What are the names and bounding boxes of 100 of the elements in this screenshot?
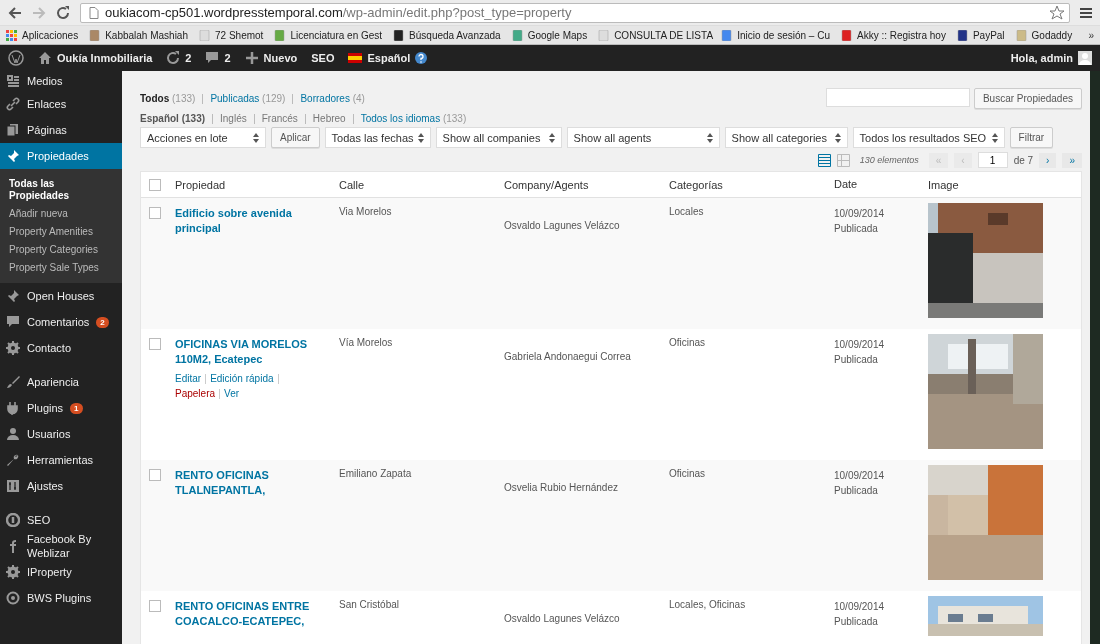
menu-item[interactable]: Comentarios 2 [0,309,122,335]
status-filter-link[interactable]: Borradores (4) [300,93,365,104]
row-checkbox[interactable] [149,600,161,612]
menu-item[interactable]: Propiedades [0,143,122,169]
item-count: 130 elementos [859,155,919,165]
bookmark[interactable]: 72 Shemot [199,29,264,41]
column-header[interactable]: Propiedad [175,178,339,191]
language-filter-link[interactable]: Hebreo [312,113,346,124]
row-checkbox[interactable] [149,338,161,350]
menu-item[interactable]: SEO [0,507,122,533]
column-header[interactable]: Calle [339,178,504,191]
speech-bubble-icon [205,51,220,65]
language-filter-link[interactable]: Francés [261,113,298,124]
search-field[interactable] [825,88,970,107]
apply-button[interactable]: Aplicar [271,127,320,148]
bookmark[interactable]: Búsqueda Avanzada [393,29,501,41]
user-icon [6,427,20,441]
updates-link[interactable]: 2 [166,51,192,65]
spain-flag-icon [348,51,363,65]
bookmark-icon [841,29,852,41]
property-title-link[interactable]: OFICINAS VIA MORELOS 110M2, Ecatepec [175,337,315,367]
menu-item[interactable]: Medios [0,71,122,91]
row-action-link[interactable]: Editar [175,373,202,384]
refresh-icon [166,51,181,65]
menu-item[interactable]: Open Houses [0,283,122,309]
bookmark[interactable]: Kabbalah Mashiah [89,29,188,41]
property-title-link[interactable]: RENTO OFICINAS ENTRE COACALCO-ECATEPEC, [175,599,315,629]
submenu-item[interactable]: Property Amenities [0,223,122,241]
gear-icon [6,341,20,355]
bookmark[interactable]: Godaddy [1015,29,1073,41]
address-bar[interactable]: oukiacom-cp501.wordpresstemporal.com/wp-admin/edit.php?post_type=property [80,2,1070,23]
pages-icon [6,123,20,137]
submenu-item[interactable]: Property Sale Types [0,259,122,277]
gear-icon [6,565,20,579]
dropdown[interactable]: Show all companies [435,127,562,148]
menu-item[interactable]: Contacto [0,335,122,361]
table-cell-text: Emiliano Zapata [339,468,413,479]
wrench-icon [6,453,20,467]
bookmark[interactable]: Akky :: Registra hoy [841,29,946,41]
next-page-button[interactable]: › [1039,152,1057,168]
menu-item[interactable]: Plugins 1 [0,395,122,421]
language-filter-link[interactable]: Español (133) [140,113,206,124]
comments-link[interactable]: 2 [205,51,231,65]
site-link[interactable]: Oukía Inmobiliaria [38,51,153,65]
menu-item[interactable]: Usuarios [0,421,122,447]
column-header[interactable]: Categorías [669,178,834,191]
account-link[interactable]: Hola, admin [1010,51,1092,65]
select-all-checkbox[interactable] [149,178,161,191]
seo-link[interactable]: SEO [311,52,335,64]
menu-item[interactable]: Apariencia [0,369,122,395]
status-filter-link[interactable]: Todos (133) [140,93,196,104]
submenu-item[interactable]: Todas las Propiedades [0,175,78,205]
language-link[interactable]: Español [348,51,428,65]
list-icon [817,153,831,167]
dropdown[interactable]: Todas las fechas [324,127,431,148]
bookmark[interactable]: CONSULTA DE LISTA [598,29,711,41]
list-view-toggle[interactable] [817,153,831,167]
menu-item[interactable]: Herramientas [0,447,122,473]
table-cell-text: Via Morelos [339,206,393,217]
submenu-item[interactable]: Property Categories [0,241,122,259]
search-button[interactable]: Buscar Propiedades [973,88,1082,109]
new-link[interactable]: Nuevo [244,51,298,65]
menu-item[interactable]: Páginas [0,117,122,143]
column-header[interactable]: Company/Agents [504,178,669,191]
menu-item[interactable]: Ajustes [0,473,122,499]
table-cell-text: Locales, Oficinas [669,599,747,610]
property-title-link[interactable]: RENTO OFICINAS TLALNEPANTLA, [175,468,315,498]
dropdown[interactable]: Show all categories [724,127,848,148]
last-page-button[interactable]: » [1062,152,1082,168]
page-number-field[interactable]: 1 [977,152,1008,168]
trash-link[interactable]: Papelera [175,388,216,399]
language-filter-link[interactable]: Todos los idiomas (133) [360,113,467,124]
dropdown[interactable]: Todos los resultados SEO [852,127,1005,148]
status-filter-link[interactable]: Publicadas (129) [210,93,286,104]
table-cell-text: Locales [669,206,705,217]
bookmark[interactable]: Aplicaciones [6,29,79,41]
row-action-link[interactable]: Ver [224,388,240,399]
menu-item[interactable]: Facebook By Weblizar [0,533,122,559]
column-header[interactable]: Date [834,177,928,192]
dropdown[interactable]: Show all agents [566,127,720,148]
menu-item[interactable]: IProperty [0,559,122,585]
menu-item[interactable]: BWS Plugins [0,585,122,611]
language-filter-link[interactable]: Inglés [220,113,247,124]
menu-item[interactable]: Enlaces [0,91,122,117]
filter-button[interactable]: Filtrar [1009,127,1054,148]
dropdown[interactable]: Acciones en lote [140,127,266,148]
property-title-link[interactable]: Edificio sobre avenida principal [175,206,315,236]
row-checkbox[interactable] [149,469,161,481]
date-text: 10/09/2014 [834,338,886,352]
excerpt-view-toggle[interactable] [836,153,850,167]
bookmark[interactable]: Licenciatura en Gest [274,29,383,41]
column-header[interactable]: Image [928,178,1048,191]
row-action-link[interactable]: Edición rápida [210,373,274,384]
submenu-item[interactable]: Añadir nueva [0,205,122,223]
bookmark[interactable]: PayPal [956,29,1005,41]
bookmark[interactable]: Inicio de sesión – Cu [721,29,830,41]
row-checkbox[interactable] [149,207,161,219]
more-bookmarks[interactable]: » [1088,29,1094,41]
table-cell-text: Vía Morelos [339,337,394,348]
bookmark[interactable]: Google Maps [511,29,588,41]
